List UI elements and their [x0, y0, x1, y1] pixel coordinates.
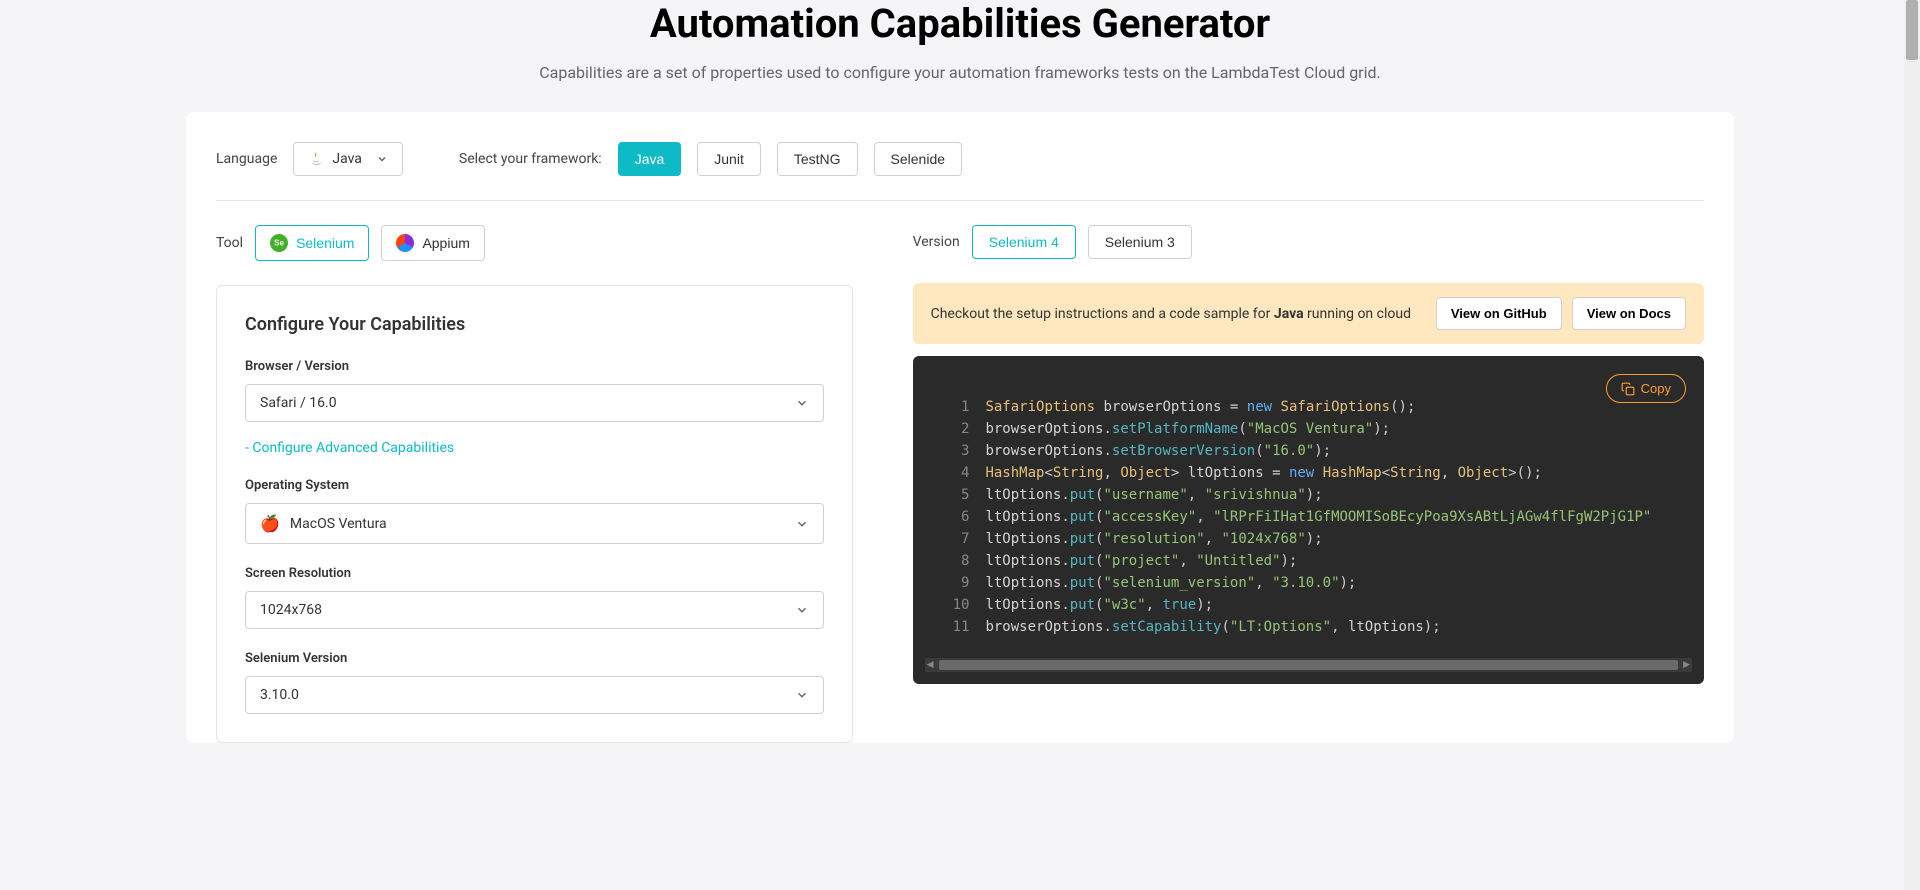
selenium-version-label: Selenium Version: [245, 651, 824, 666]
page-title: Automation Capabilities Generator: [186, 0, 1734, 47]
framework-testng-button[interactable]: TestNG: [777, 142, 858, 176]
config-panel: Configure Your Capabilities Browser / Ve…: [216, 285, 853, 743]
tool-appium-button[interactable]: Appium: [381, 225, 484, 261]
apple-icon: 🍎: [260, 514, 280, 533]
framework-label: Select your framework:: [459, 151, 602, 167]
browser-select[interactable]: Safari / 16.0: [245, 384, 824, 422]
banner-text: Checkout the setup instructions and a co…: [931, 306, 1411, 322]
chevron-down-icon: [795, 688, 809, 702]
language-label: Language: [216, 151, 277, 167]
version-selenium4-button[interactable]: Selenium 4: [972, 225, 1076, 259]
selenium-icon: [270, 234, 288, 252]
tool-appium-label: Appium: [422, 235, 469, 251]
chevron-down-icon: [795, 396, 809, 410]
framework-selenide-button[interactable]: Selenide: [874, 142, 963, 176]
resolution-value: 1024x768: [260, 602, 322, 618]
code-block: Copy 1234567891011 SafariOptions browser…: [913, 356, 1704, 684]
browser-label: Browser / Version: [245, 359, 824, 374]
browser-value: Safari / 16.0: [260, 395, 337, 411]
selenium-version-value: 3.10.0: [260, 687, 299, 703]
os-label: Operating System: [245, 478, 824, 493]
setup-banner: Checkout the setup instructions and a co…: [913, 283, 1704, 344]
os-value: MacOS Ventura: [290, 516, 387, 532]
chevron-down-icon: [795, 603, 809, 617]
language-select[interactable]: Java: [293, 142, 403, 176]
java-icon: [308, 151, 324, 167]
main-card: Language Java Select your framework: Jav…: [186, 112, 1734, 743]
horizontal-scrollbar[interactable]: [925, 658, 1692, 672]
vertical-scrollbar[interactable]: [1904, 0, 1920, 890]
resolution-label: Screen Resolution: [245, 566, 824, 581]
chevron-down-icon: [795, 517, 809, 531]
framework-java-button[interactable]: Java: [618, 142, 682, 176]
resolution-select[interactable]: 1024x768: [245, 591, 824, 629]
version-label: Version: [913, 234, 960, 250]
framework-junit-button[interactable]: Junit: [697, 142, 761, 176]
selenium-version-select[interactable]: 3.10.0: [245, 676, 824, 714]
scrollbar-thumb[interactable]: [939, 660, 1678, 670]
language-value: Java: [332, 151, 362, 167]
view-github-button[interactable]: View on GitHub: [1436, 297, 1562, 330]
advanced-capabilities-link[interactable]: - Configure Advanced Capabilities: [245, 440, 824, 456]
view-docs-button[interactable]: View on Docs: [1572, 297, 1686, 330]
scrollbar-thumb[interactable]: [1906, 0, 1918, 60]
appium-icon: [396, 234, 414, 252]
chevron-down-icon: [376, 153, 388, 165]
os-select[interactable]: 🍎 MacOS Ventura: [245, 503, 824, 544]
page-subtitle: Capabilities are a set of properties use…: [186, 63, 1734, 82]
config-title: Configure Your Capabilities: [245, 314, 824, 335]
tool-label: Tool: [216, 235, 243, 251]
code-lines[interactable]: SafariOptions browserOptions = new Safar…: [985, 396, 1704, 638]
copy-label: Copy: [1641, 381, 1671, 396]
version-selenium3-button[interactable]: Selenium 3: [1088, 225, 1192, 259]
copy-button[interactable]: Copy: [1606, 374, 1686, 403]
tool-selenium-label: Selenium: [296, 235, 354, 251]
code-gutter: 1234567891011: [913, 396, 986, 638]
tool-selenium-button[interactable]: Selenium: [255, 225, 369, 261]
copy-icon: [1621, 382, 1635, 396]
